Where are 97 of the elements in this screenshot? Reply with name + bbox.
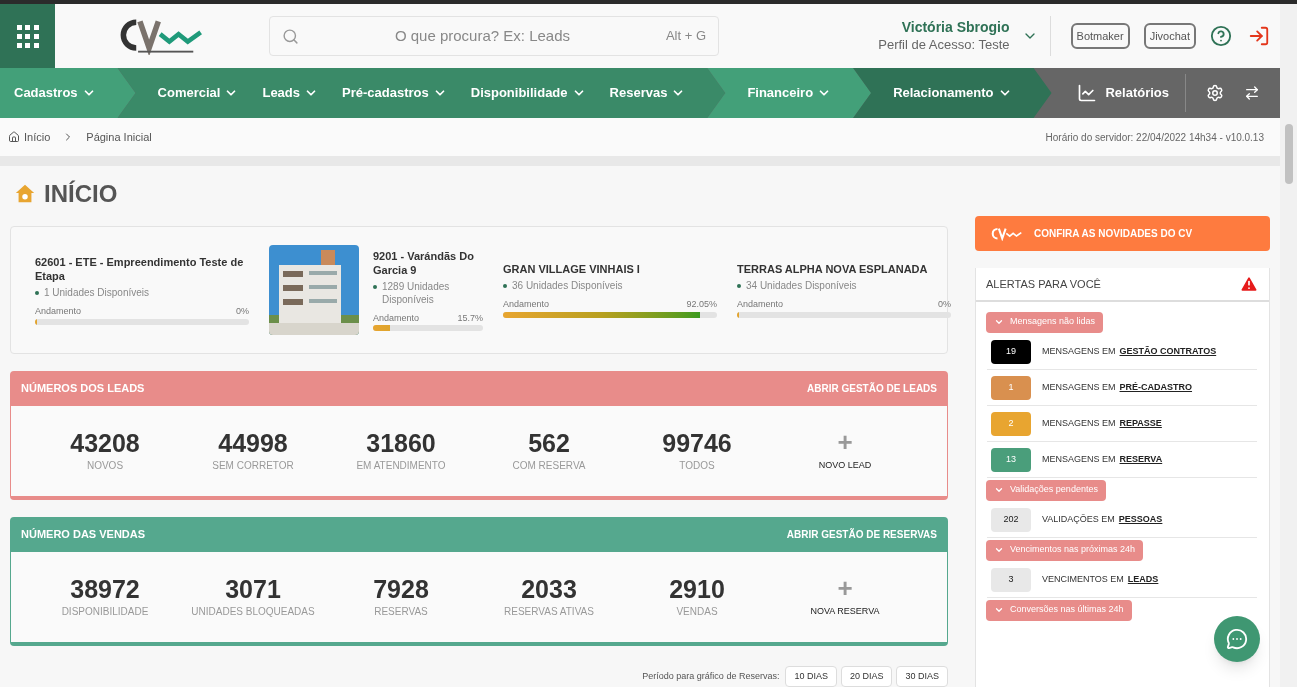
chevron-down-icon — [994, 605, 1004, 615]
user-profile: Perfil de Acesso: Teste — [878, 36, 1010, 53]
stat-label: RESERVAS — [374, 605, 428, 619]
logout-icon[interactable] — [1248, 25, 1270, 47]
stat-label: VENDAS — [676, 605, 718, 619]
server-time: Horário do servidor: 22/04/2022 14h34 - v10.0.13 — [1045, 130, 1264, 145]
period-button[interactable]: 20 DIAS — [840, 665, 893, 687]
chat-button[interactable]: Jivochat — [1143, 22, 1196, 50]
stat-label: NOVOS — [86, 459, 124, 473]
progress-label: Andamento — [373, 311, 420, 325]
project-name[interactable]: 9201 - Varándãs Do Garcia 9 — [373, 248, 483, 277]
chat-button[interactable]: Botmaker — [1070, 22, 1130, 50]
alert-link[interactable]: PRÉ-CADASTRO — [1119, 380, 1193, 395]
alerts-title: ALERTAS PARA VOCÊ — [986, 276, 1101, 292]
help-icon[interactable] — [1210, 25, 1232, 47]
nav-menu-item[interactable]: Leads — [248, 68, 329, 118]
apps-menu-button[interactable] — [0, 4, 55, 68]
search-icon — [282, 27, 299, 45]
project-name[interactable]: GRAN VILLAGE VINHAIS I — [503, 262, 717, 276]
count-badge: 3 — [991, 567, 1031, 592]
progress-percent: 0% — [236, 305, 249, 318]
page-title: INÍCIO — [44, 179, 118, 209]
scrollbar[interactable] — [1280, 4, 1297, 687]
user-name[interactable]: Victória Sbrogio — [901, 19, 1010, 37]
count-badge: 13 — [991, 447, 1031, 472]
period-button[interactable]: 30 DIAS — [896, 665, 948, 687]
stat-label: COM RESERVA — [512, 459, 586, 473]
chevron-down-icon — [994, 485, 1004, 495]
search-shortcut: Alt + G — [665, 27, 706, 46]
line-chart-icon — [1077, 83, 1098, 103]
nav-menu-item[interactable]: Disponibilidade — [456, 68, 596, 118]
chat-icon — [1226, 628, 1248, 650]
available-units: 36 Unidades Disponíveis — [503, 279, 717, 292]
alert-link[interactable]: GESTÃO CONTRATOS — [1119, 344, 1217, 359]
stat-value[interactable]: 38972 — [70, 574, 140, 604]
logo-icon — [990, 226, 1024, 241]
stat-value[interactable]: 3071 — [225, 574, 281, 604]
progress-label: Andamento — [35, 305, 82, 318]
progress-label: Andamento — [737, 298, 784, 311]
stat-value[interactable]: 43208 — [70, 428, 140, 458]
alert-link[interactable]: LEADS — [1127, 572, 1159, 587]
stat-value[interactable]: 99746 — [662, 428, 732, 458]
nav-menu-item[interactable]: Relacionamento — [853, 68, 1052, 118]
swap-icon[interactable] — [1244, 85, 1260, 101]
project-name[interactable]: TERRAS ALPHA NOVA ESPLANADA — [737, 262, 951, 276]
stat-label: UNIDADES BLOQUEADAS — [191, 605, 315, 619]
alert-link[interactable]: REPASSE — [1119, 416, 1162, 431]
available-units: 34 Unidades Disponíveis — [737, 279, 951, 292]
breadcrumb-link[interactable]: Início — [24, 128, 51, 146]
stat-value[interactable]: 2033 — [521, 574, 577, 604]
count-badge: 1 — [991, 375, 1031, 400]
stat-value[interactable]: 31860 — [366, 428, 436, 458]
alert-text: MENSAGENS EM — [1042, 452, 1116, 466]
count-badge: 2 — [991, 411, 1031, 436]
progress-percent: 92.05% — [686, 298, 717, 311]
stat-value[interactable]: 2910 — [669, 574, 725, 604]
search-placeholder: O que procura? Ex: Leads — [393, 25, 571, 46]
project-name[interactable]: 62601 - ETE - Empreendimento Teste de Etapa — [35, 255, 249, 283]
period-label: Período para gráfico de Reservas: — [642, 669, 780, 683]
available-units: 1289 Unidades Disponíveis — [373, 279, 483, 306]
warning-icon — [1239, 274, 1259, 294]
chevron-down-icon — [994, 545, 1004, 555]
stat-value[interactable]: 7928 — [373, 574, 429, 604]
count-badge: 202 — [991, 507, 1031, 532]
nav-menu-item[interactable]: Pré-cadastros — [328, 68, 457, 118]
alert-text: VENCIMENTOS EM — [1042, 572, 1124, 586]
stat-label: SEM CORRETOR — [212, 459, 294, 473]
home-icon — [8, 131, 20, 143]
chevron-down-icon — [994, 317, 1004, 327]
progress-percent: 15.7% — [457, 311, 483, 325]
nav-menu-item[interactable]: Comercial — [117, 68, 249, 118]
available-units: 1 Unidades Disponíveis — [35, 286, 249, 299]
panel-title: NÚMERO DAS VENDAS — [21, 527, 146, 543]
add-label[interactable]: NOVO LEAD — [818, 458, 872, 473]
settings-icon[interactable] — [1206, 84, 1224, 102]
progress-percent: 0% — [938, 298, 951, 311]
panel-title: NÚMEROS DOS LEADS — [21, 381, 145, 397]
alert-text: MENSAGENS EM — [1042, 416, 1116, 430]
alert-link[interactable]: RESERVA — [1119, 452, 1163, 467]
nav-menu-item[interactable]: Reservas — [595, 68, 726, 118]
alert-text: MENSAGENS EM — [1042, 380, 1116, 394]
alert-link[interactable]: PESSOAS — [1118, 512, 1163, 527]
stat-label: RESERVAS ATIVAS — [504, 605, 594, 619]
count-badge: 19 — [991, 339, 1031, 364]
stat-value[interactable]: 44998 — [218, 428, 288, 458]
home-gear-icon — [14, 183, 36, 205]
alert-text: VALIDAÇÕES EM — [1042, 512, 1115, 526]
breadcrumb-current: Página Inicial — [86, 129, 152, 145]
stat-label: EM ATENDIMENTO — [356, 459, 446, 473]
period-button[interactable]: 10 DIAS — [785, 665, 837, 687]
progress-label: Andamento — [503, 298, 550, 311]
stat-label: TODOS — [679, 459, 715, 473]
add-label[interactable]: NOVA RESERVA — [810, 604, 880, 619]
reports-link[interactable]: Relatórios — [1077, 68, 1185, 118]
alert-text: MENSAGENS EM — [1042, 344, 1116, 358]
stat-label: DISPONIBILIDADE — [61, 605, 149, 619]
stat-value[interactable]: 562 — [528, 428, 570, 458]
